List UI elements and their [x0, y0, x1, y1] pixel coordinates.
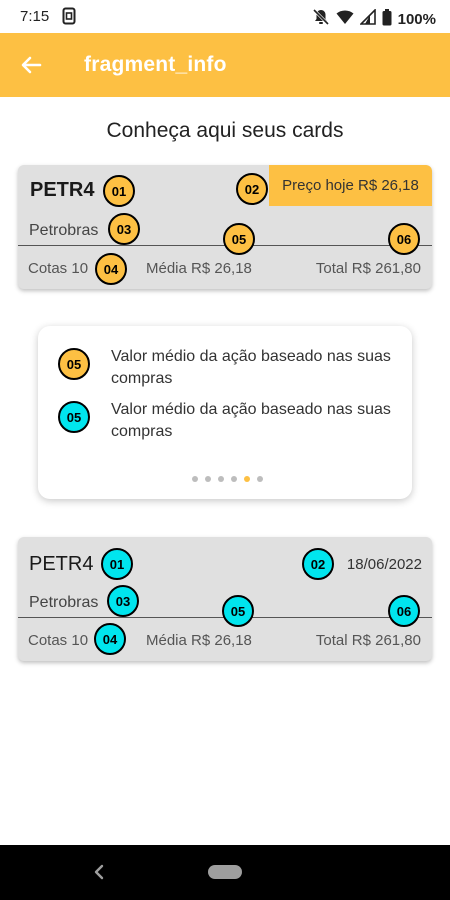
page-heading: Conheça aqui seus cards [106, 119, 344, 142]
info-text: Valor médio da ação baseado nas suas com… [111, 348, 391, 387]
info-carousel-card[interactable]: 05 Valor médio da ação baseado nas suas … [38, 326, 412, 499]
marker-05: 05 [222, 595, 254, 627]
marker-04: 04 [94, 623, 126, 655]
app-bar: fragment_info [0, 33, 450, 97]
page-dot[interactable] [217, 476, 224, 482]
marker-03: 03 [108, 213, 140, 245]
battery-percentage: 100% [397, 11, 436, 28]
total-value: Total R$ 261,80 [315, 260, 421, 277]
purchase-date: 18/06/2022 [346, 556, 422, 573]
marker-02: 02 [302, 548, 334, 580]
total-value: Total R$ 261,80 [315, 632, 421, 649]
status-time: 7:15 [20, 8, 50, 25]
sim-icon [62, 7, 76, 30]
stock-card-today[interactable]: PETR4 Preço hoje R$ 26,18 Petrobras Cota… [18, 165, 432, 289]
home-pill-icon[interactable] [208, 865, 242, 879]
stock-card-history[interactable]: PETR4 18/06/2022 Petrobras Cotas 10 Médi… [18, 537, 432, 661]
wifi-icon [336, 9, 354, 30]
marker-02: 02 [236, 173, 268, 205]
marker-06: 06 [388, 595, 420, 627]
back-button[interactable] [16, 50, 46, 80]
info-text: Valor médio da ação baseado nas suas com… [111, 401, 391, 440]
marker-04: 04 [95, 253, 127, 285]
marker-01: 01 [101, 548, 133, 580]
quotas-count: Cotas 10 [28, 260, 89, 277]
ticker: PETR4 [30, 179, 95, 201]
page-dot-active[interactable] [243, 476, 250, 482]
marker-01: 01 [103, 175, 135, 207]
app-title: fragment_info [84, 53, 227, 76]
status-bar: 7:15 100% [0, 0, 450, 33]
marker-06: 06 [388, 223, 420, 255]
navigation-bar [0, 845, 450, 900]
nav-back-icon[interactable] [92, 862, 106, 887]
page-dot[interactable] [230, 476, 237, 482]
status-icons: 100% [312, 8, 436, 31]
page-dot[interactable] [191, 476, 198, 482]
signal-icon [358, 8, 376, 30]
marker-03: 03 [107, 585, 139, 617]
quotas-count: Cotas 10 [28, 632, 89, 649]
page-indicator [38, 476, 412, 482]
marker-05-cyan: 05 [58, 401, 90, 433]
average-price: Média R$ 26,18 [146, 260, 252, 277]
page-dot[interactable] [256, 476, 263, 482]
average-price: Média R$ 26,18 [146, 632, 252, 649]
company-name: Petrobras [29, 222, 99, 239]
mute-icon [312, 8, 330, 31]
page-dot[interactable] [204, 476, 211, 482]
company-name: Petrobras [29, 594, 99, 611]
battery-icon [382, 8, 392, 31]
price-today-badge: Preço hoje R$ 26,18 [269, 165, 432, 206]
ticker: PETR4 [29, 553, 94, 575]
marker-05: 05 [223, 223, 255, 255]
arrow-back-icon [21, 56, 42, 74]
marker-05-yellow: 05 [58, 348, 90, 380]
